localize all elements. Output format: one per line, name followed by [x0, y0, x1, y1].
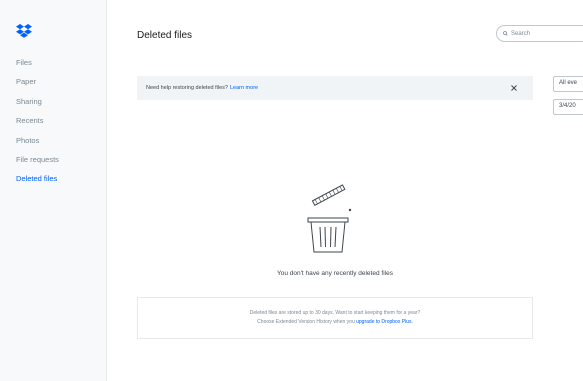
sidebar-nav: Files Paper Sharing Recents Photos File …	[16, 58, 59, 194]
info-line-1: Deleted files are stored up to 30 days. …	[249, 310, 421, 316]
info-line-2: Choose Extended Version History when you…	[138, 318, 532, 327]
event-filter-select[interactable]: All eve	[553, 76, 583, 92]
learn-more-link[interactable]: Learn more	[230, 85, 258, 91]
info-box: Deleted files are stored up to 30 days. …	[137, 297, 533, 339]
banner-text: Need help restoring deleted files?	[146, 85, 228, 91]
sidebar-item-files[interactable]: Files	[16, 58, 59, 77]
sidebar-item-sharing[interactable]: Sharing	[16, 97, 59, 116]
sidebar-item-recents[interactable]: Recents	[16, 116, 59, 135]
search-input[interactable]: Search	[496, 25, 583, 42]
search-placeholder: Search	[511, 30, 531, 37]
info-line-2-text: Choose Extended Version History when you	[257, 319, 355, 325]
sidebar-item-photos[interactable]: Photos	[16, 136, 59, 155]
dropbox-logo-icon[interactable]	[16, 23, 32, 39]
sidebar-item-deleted-files[interactable]: Deleted files	[16, 174, 59, 193]
page-title: Deleted files	[137, 30, 193, 41]
search-icon	[503, 31, 508, 36]
trash-can-icon	[307, 184, 352, 253]
app-window: Files Paper Sharing Recents Photos File …	[0, 0, 583, 381]
sidebar: Files Paper Sharing Recents Photos File …	[0, 0, 107, 381]
sidebar-item-file-requests[interactable]: File requests	[16, 155, 59, 174]
upgrade-link[interactable]: upgrade to Dropbox Plus.	[356, 319, 413, 325]
date-field[interactable]: 3/4/20	[553, 99, 583, 115]
empty-state-message: You don't have any recently deleted file…	[277, 270, 393, 277]
help-banner: Need help restoring deleted files? Learn…	[137, 76, 533, 100]
sidebar-item-paper[interactable]: Paper	[16, 77, 59, 96]
close-icon[interactable]	[509, 83, 519, 93]
